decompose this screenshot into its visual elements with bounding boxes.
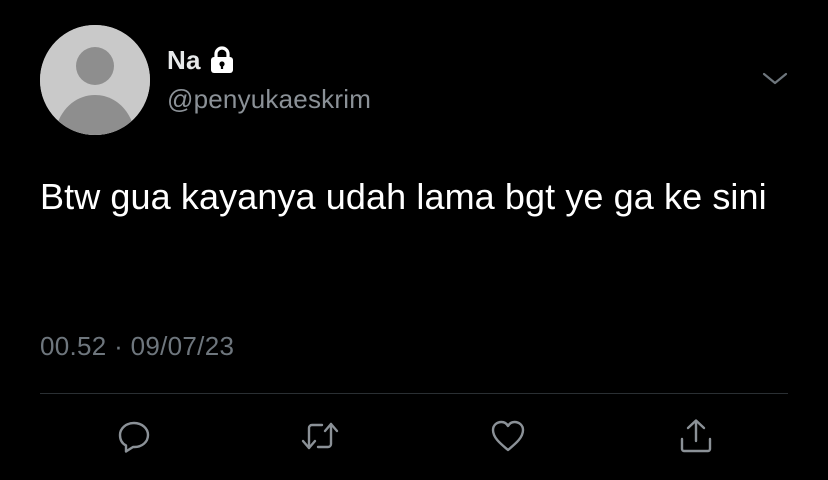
tweet-card: Na @penyukaeskrim Btw gua kayanya udah l… <box>0 0 828 480</box>
reply-icon <box>118 421 150 453</box>
divider <box>40 393 788 394</box>
share-icon <box>680 419 712 453</box>
lock-icon <box>209 45 235 75</box>
tweet-text: Btw gua kayanya udah lama bgt ye ga ke s… <box>40 176 767 217</box>
avatar[interactable] <box>40 25 150 135</box>
reply-button[interactable] <box>112 414 156 458</box>
share-button[interactable] <box>674 414 718 458</box>
tweet-timestamp[interactable]: 00.52 · 09/07/23 <box>40 331 234 362</box>
like-button[interactable] <box>486 414 530 458</box>
default-profile-icon <box>40 25 150 135</box>
author-name-row: Na <box>167 44 235 76</box>
user-handle[interactable]: @penyukaeskrim <box>167 84 371 115</box>
timestamp-separator: · <box>114 331 124 361</box>
tweet-time: 00.52 <box>40 331 107 361</box>
tweet-date: 09/07/23 <box>130 331 235 361</box>
retweet-icon <box>301 422 339 450</box>
chevron-down-icon[interactable] <box>760 66 790 90</box>
heart-icon <box>491 420 525 452</box>
retweet-button[interactable] <box>298 414 342 458</box>
display-name[interactable]: Na <box>167 45 201 76</box>
